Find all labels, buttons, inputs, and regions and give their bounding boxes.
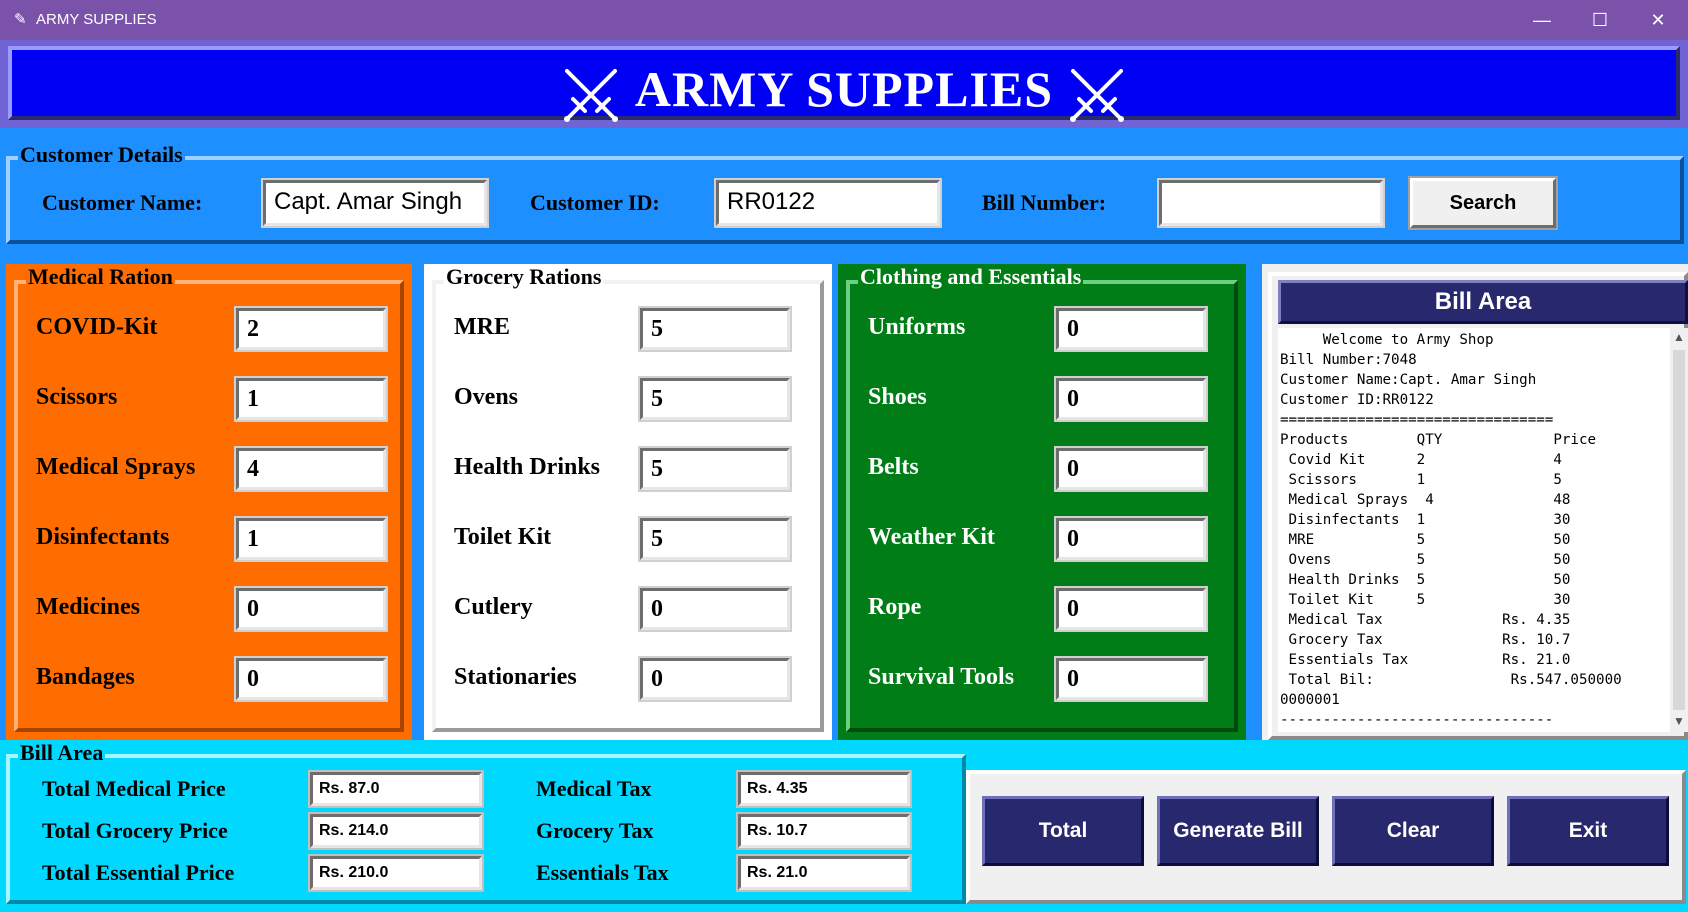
scroll-down-icon[interactable]: ▼: [1670, 714, 1688, 729]
survival-tools-label: Survival Tools: [868, 664, 1015, 690]
rope-label: Rope: [868, 594, 922, 620]
health-drinks-label: Health Drinks: [454, 454, 601, 480]
bill-number-input[interactable]: [1159, 180, 1383, 226]
cutlery-qty-input[interactable]: 0: [640, 588, 790, 630]
shoes-label: Shoes: [868, 384, 927, 410]
bill-scrollbar[interactable]: ▲ ▼: [1670, 328, 1688, 732]
total-medical-price-label: Total Medical Price: [42, 776, 226, 801]
customer-id-input[interactable]: RR0122: [716, 180, 940, 226]
uniforms-label: Uniforms: [868, 314, 966, 340]
rope-qty-input[interactable]: 0: [1056, 588, 1206, 630]
medical-tax-field[interactable]: Rs. 4.35: [738, 772, 910, 806]
cutlery-label: Cutlery: [454, 594, 533, 620]
total-grocery-price-field[interactable]: Rs. 214.0: [310, 814, 482, 848]
weather-kit-qty-input[interactable]: 0: [1056, 518, 1206, 560]
survival-tools-qty-input[interactable]: 0: [1056, 658, 1206, 700]
header-banner: ARMY SUPPLIES: [8, 46, 1680, 123]
page-title-row: ARMY SUPPLIES: [12, 60, 1676, 123]
window-title: ARMY SUPPLIES: [36, 11, 157, 28]
customer-details-label: Customer Details: [18, 142, 185, 168]
search-button[interactable]: Search: [1410, 178, 1556, 228]
toilet-kit-qty-input[interactable]: 5: [640, 518, 790, 560]
scroll-up-icon[interactable]: ▲: [1670, 330, 1688, 345]
clothing-essentials-label: Clothing and Essentials: [858, 264, 1084, 290]
minimize-button[interactable]: —: [1513, 0, 1571, 40]
maximize-button[interactable]: ☐: [1571, 0, 1629, 40]
mre-label: MRE: [454, 314, 510, 340]
grocery-rations-label: Grocery Rations: [444, 264, 604, 290]
total-medical-price-field[interactable]: Rs. 87.0: [310, 772, 482, 806]
ovens-qty-input[interactable]: 5: [640, 378, 790, 420]
scissors-qty-input[interactable]: 1: [236, 378, 386, 420]
medical-sprays-label: Medical Sprays: [36, 454, 196, 480]
crossed-swords-icon: [563, 68, 618, 122]
generate-bill-button[interactable]: Generate Bill: [1157, 796, 1319, 866]
medicines-label: Medicines: [36, 594, 140, 620]
disinfectants-label: Disinfectants: [36, 524, 170, 550]
essentials-tax-field[interactable]: Rs. 21.0: [738, 856, 910, 890]
bandages-qty-input[interactable]: 0: [236, 658, 386, 700]
stationaries-qty-input[interactable]: 0: [640, 658, 790, 700]
grocery-tax-label: Grocery Tax: [536, 818, 654, 843]
bandages-label: Bandages: [36, 664, 135, 690]
toilet-kit-label: Toilet Kit: [454, 524, 552, 550]
crossed-swords-icon: [1070, 68, 1125, 122]
medical-tax-label: Medical Tax: [536, 776, 652, 801]
bill-area-header: Bill Area: [1278, 280, 1688, 324]
total-button[interactable]: Total: [982, 796, 1144, 866]
scissors-label: Scissors: [36, 384, 118, 410]
customer-name-input[interactable]: Capt. Amar Singh: [263, 180, 487, 226]
clear-button[interactable]: Clear: [1332, 796, 1494, 866]
disinfectants-qty-input[interactable]: 1: [236, 518, 386, 560]
medicines-qty-input[interactable]: 0: [236, 588, 386, 630]
weather-kit-label: Weather Kit: [868, 524, 995, 550]
ovens-label: Ovens: [454, 384, 519, 410]
grocery-rations-panel: Grocery Rations MRE 5 Ovens 5 Health Dri…: [424, 264, 832, 740]
belts-qty-input[interactable]: 0: [1056, 448, 1206, 490]
health-drinks-qty-input[interactable]: 5: [640, 448, 790, 490]
grocery-tax-field[interactable]: Rs. 10.7: [738, 814, 910, 848]
bill-area-panel: Bill Area Welcome to Army Shop Bill Numb…: [1262, 264, 1688, 740]
total-essential-price-label: Total Essential Price: [42, 860, 235, 885]
exit-button[interactable]: Exit: [1507, 796, 1669, 866]
bill-textarea[interactable]: Welcome to Army Shop Bill Number:7048 Cu…: [1278, 328, 1670, 732]
window-titlebar: ✎ ARMY SUPPLIES — ☐ ✕: [0, 0, 1688, 40]
total-grocery-price-label: Total Grocery Price: [42, 818, 228, 843]
clothing-essentials-panel: Clothing and Essentials Uniforms 0 Shoes…: [838, 264, 1246, 740]
total-essential-price-field[interactable]: Rs. 210.0: [310, 856, 482, 890]
feather-icon: ✎: [14, 11, 27, 28]
essentials-tax-label: Essentials Tax: [536, 860, 669, 885]
customer-id-label: Customer ID:: [530, 190, 660, 215]
page-title: ARMY SUPPLIES: [634, 61, 1054, 117]
medical-sprays-qty-input[interactable]: 4: [236, 448, 386, 490]
covid-kit-qty-input[interactable]: 2: [236, 308, 386, 350]
covid-kit-label: COVID-Kit: [36, 314, 158, 340]
totals-section: Bill Area Total Medical Price Rs. 87.0 T…: [0, 740, 1688, 912]
customer-name-label: Customer Name:: [42, 190, 203, 215]
stationaries-label: Stationaries: [454, 664, 577, 690]
belts-label: Belts: [868, 454, 919, 480]
totals-group-label: Bill Area: [18, 740, 106, 766]
uniforms-qty-input[interactable]: 0: [1056, 308, 1206, 350]
header-frame: ARMY SUPPLIES: [0, 40, 1688, 128]
medical-ration-panel: Medical Ration COVID-Kit 2 Scissors 1 Me…: [6, 264, 412, 740]
action-buttons-box: Total Generate Bill Clear Exit: [966, 770, 1686, 904]
bill-number-label: Bill Number:: [982, 190, 1107, 215]
scrollbar-thumb[interactable]: [1673, 350, 1685, 710]
medical-ration-label: Medical Ration: [26, 264, 175, 290]
shoes-qty-input[interactable]: 0: [1056, 378, 1206, 420]
close-button[interactable]: ✕: [1629, 0, 1687, 40]
mre-qty-input[interactable]: 5: [640, 308, 790, 350]
